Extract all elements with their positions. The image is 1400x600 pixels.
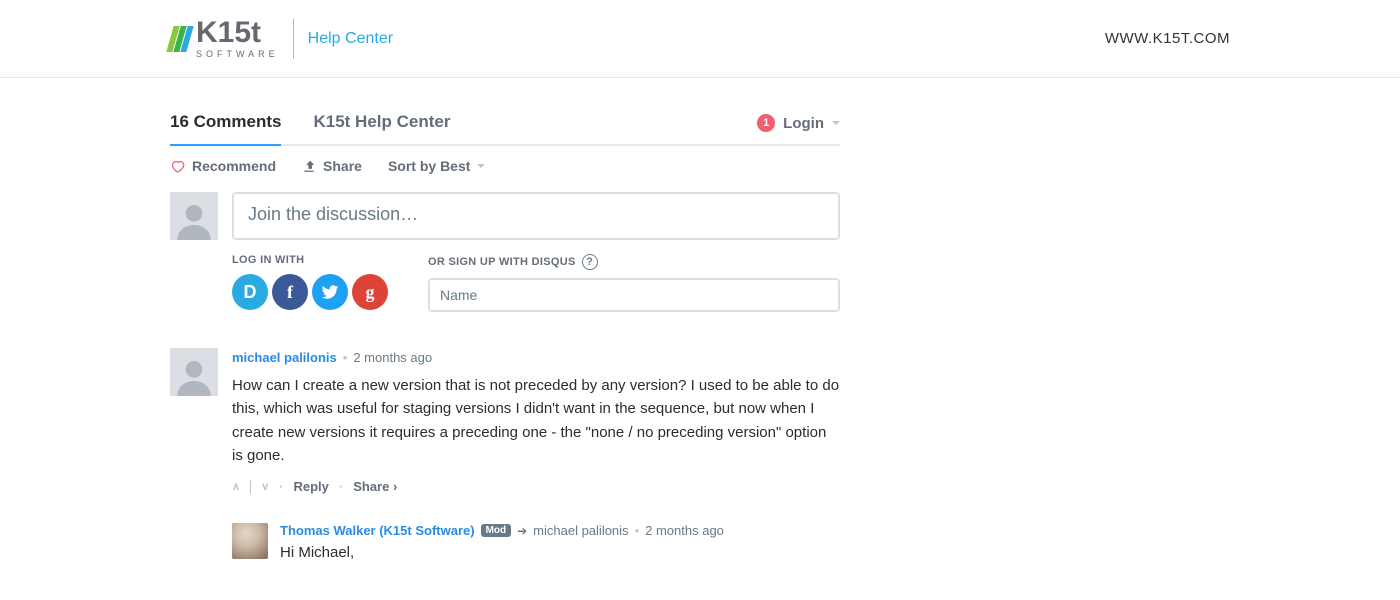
reply-to-link[interactable]: michael palilonis <box>533 523 628 538</box>
recommend-label: Recommend <box>192 158 276 174</box>
site-header: K15t SOFTWARE Help Center WWW.K15T.COM <box>0 0 1400 78</box>
comments-tabs: 16 Comments K15t Help Center 1 Login <box>170 112 840 146</box>
reply-item: Thomas Walker (K15t Software) Mod ➔ mich… <box>232 523 840 561</box>
comments-widget: 16 Comments K15t Help Center 1 Login Rec… <box>170 112 840 561</box>
login-with-label: LOG IN WITH <box>232 254 388 266</box>
person-icon <box>174 356 214 396</box>
separator-dot: • <box>343 348 348 368</box>
share-label: Share <box>323 158 362 174</box>
help-icon[interactable]: ? <box>582 254 598 270</box>
comment-avatar[interactable] <box>170 348 218 396</box>
comment-item: michael palilonis • 2 months ago How can… <box>170 348 840 497</box>
disqus-login-button[interactable]: D <box>232 274 268 310</box>
heart-icon <box>170 159 185 174</box>
guest-avatar <box>170 192 218 240</box>
login-menu[interactable]: 1 Login <box>757 114 840 142</box>
signup-name-input[interactable] <box>428 278 840 312</box>
share-icon <box>302 159 316 173</box>
facebook-icon: f <box>287 282 293 303</box>
sort-label: Sort by Best <box>388 158 470 174</box>
person-icon <box>174 200 214 240</box>
vertical-separator <box>293 19 294 59</box>
downvote-button[interactable]: ∨ <box>261 479 269 496</box>
signup-block: OR SIGN UP WITH DISQUS ? <box>428 254 840 312</box>
separator-dot: • <box>635 523 640 538</box>
site-url-link[interactable]: WWW.K15T.COM <box>1105 30 1230 47</box>
tab-site-name[interactable]: K15t Help Center <box>313 112 450 144</box>
twitter-login-button[interactable] <box>312 274 348 310</box>
help-center-link[interactable]: Help Center <box>308 30 393 48</box>
login-label: Login <box>783 115 824 132</box>
notification-badge: 1 <box>757 114 775 132</box>
logo[interactable]: K15t SOFTWARE <box>170 18 279 59</box>
reply-author-link[interactable]: Thomas Walker (K15t Software) <box>280 523 475 538</box>
upvote-button[interactable]: ∧ <box>232 479 240 496</box>
share-button[interactable]: Share <box>302 158 362 174</box>
reply-avatar[interactable] <box>232 523 268 559</box>
chevron-down-icon <box>477 164 485 168</box>
comment-share-button[interactable]: Share › <box>353 477 397 497</box>
recommend-button[interactable]: Recommend <box>170 158 276 174</box>
reply-text: Hi Michael, <box>280 544 840 561</box>
logo-text: K15t <box>196 18 279 48</box>
auth-row: LOG IN WITH D f g OR SIGN UP WITH DISQUS… <box>232 254 840 312</box>
reply-thread: Thomas Walker (K15t Software) Mod ➔ mich… <box>232 523 840 561</box>
sort-dropdown[interactable]: Sort by Best <box>388 158 485 174</box>
comment-text: How can I create a new version that is n… <box>232 374 840 467</box>
comment-input[interactable]: Join the discussion… <box>232 192 840 240</box>
moderator-badge: Mod <box>481 524 512 537</box>
comments-toolbar: Recommend Share Sort by Best <box>170 146 840 192</box>
google-icon: g <box>366 282 375 303</box>
compose-row: Join the discussion… <box>170 192 840 240</box>
logo-subtext: SOFTWARE <box>196 50 279 59</box>
brand-block: K15t SOFTWARE Help Center <box>170 18 393 59</box>
comment-author-link[interactable]: michael palilonis <box>232 348 337 368</box>
login-with-block: LOG IN WITH D f g <box>232 254 388 310</box>
reply-timestamp[interactable]: 2 months ago <box>645 523 724 538</box>
tab-comment-count[interactable]: 16 Comments <box>170 112 281 146</box>
twitter-icon <box>321 283 339 301</box>
reply-arrow-icon: ➔ <box>517 524 527 538</box>
chevron-down-icon <box>832 121 840 125</box>
disqus-icon: D <box>244 282 257 303</box>
separator <box>250 480 251 494</box>
comment-timestamp[interactable]: 2 months ago <box>353 348 432 368</box>
signup-label: OR SIGN UP WITH DISQUS <box>428 256 576 268</box>
reply-button[interactable]: Reply <box>293 477 328 497</box>
logo-slashes-icon <box>170 26 190 52</box>
facebook-login-button[interactable]: f <box>272 274 308 310</box>
google-login-button[interactable]: g <box>352 274 388 310</box>
comment-actions: ∧ ∨ · Reply · Share › <box>232 477 840 497</box>
